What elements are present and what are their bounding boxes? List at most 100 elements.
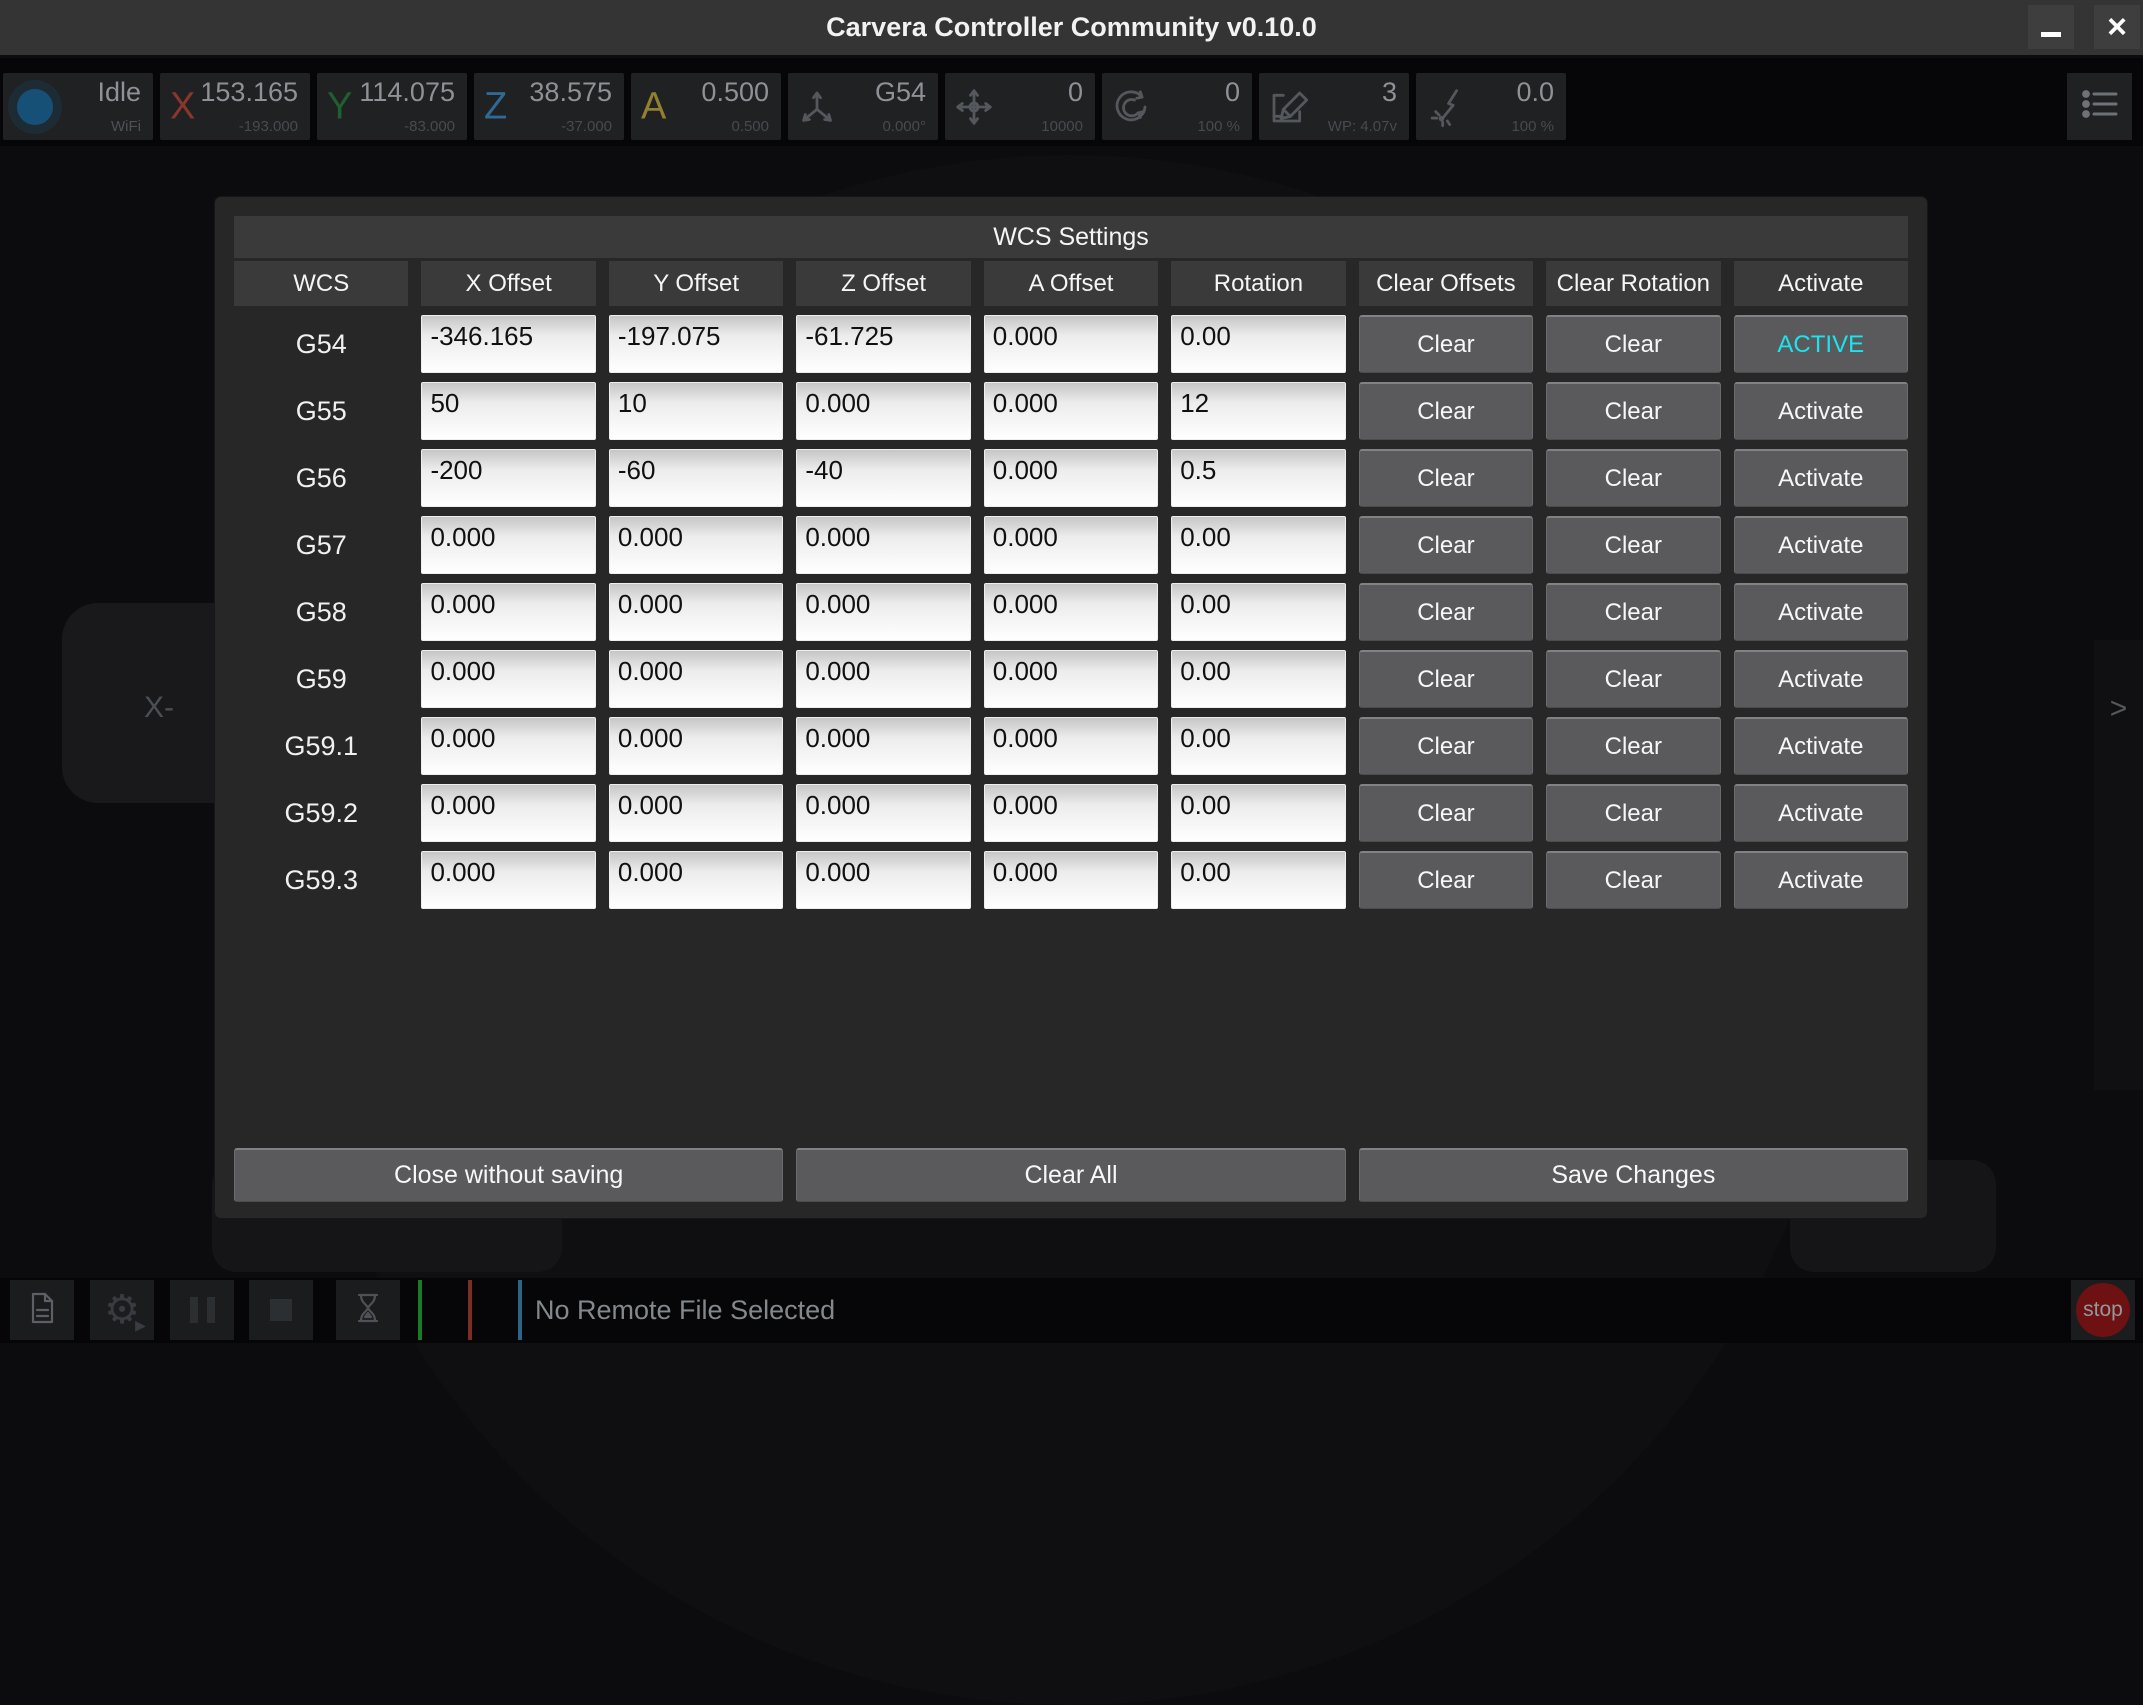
clear-offsets-button[interactable]: Clear (1359, 583, 1533, 641)
x-offset-input[interactable] (421, 516, 595, 574)
a-offset-input[interactable] (984, 851, 1158, 909)
z-offset-input[interactable] (796, 315, 970, 373)
main-menu-button[interactable] (2067, 73, 2132, 140)
save-changes-button[interactable]: Save Changes (1359, 1148, 1908, 1202)
run-job-button[interactable]: ⚙▶ (90, 1280, 154, 1340)
clear-rotation-button[interactable]: Clear (1546, 784, 1720, 842)
y-offset-input[interactable] (609, 315, 783, 373)
rotation-input[interactable] (1171, 382, 1345, 440)
machine-status-cell[interactable]: Idle WiFi (3, 73, 153, 140)
close-without-saving-button[interactable]: Close without saving (234, 1148, 783, 1202)
axis-cell-x[interactable]: X153.165-193.000 (160, 73, 310, 140)
y-offset-input[interactable] (609, 851, 783, 909)
z-offset-input[interactable] (796, 717, 970, 775)
rotation-input[interactable] (1171, 851, 1345, 909)
clear-rotation-button[interactable]: Clear (1546, 449, 1720, 507)
axis-letter: X (170, 85, 195, 128)
rotation-input[interactable] (1171, 449, 1345, 507)
rotation-input[interactable] (1171, 784, 1345, 842)
x-offset-input[interactable] (421, 650, 595, 708)
a-offset-input[interactable] (984, 449, 1158, 507)
clear-offsets-button[interactable]: Clear (1359, 315, 1533, 373)
close-icon: × (2107, 8, 2127, 47)
activate-button[interactable]: Activate (1734, 516, 1908, 574)
z-offset-input[interactable] (796, 650, 970, 708)
activate-button[interactable]: Activate (1734, 784, 1908, 842)
rotation-input[interactable] (1171, 650, 1345, 708)
progress-marker-red (468, 1280, 472, 1340)
clear-offsets-button[interactable]: Clear (1359, 516, 1533, 574)
emergency-stop-button[interactable]: stop (2071, 1280, 2135, 1340)
clear-rotation-button[interactable]: Clear (1546, 717, 1720, 775)
clear-offsets-button[interactable]: Clear (1359, 851, 1533, 909)
axis-cell-z[interactable]: Z38.575-37.000 (474, 73, 624, 140)
axis-cell-y[interactable]: Y114.075-83.000 (317, 73, 467, 140)
rotation-input[interactable] (1171, 516, 1345, 574)
activate-button[interactable]: Activate (1734, 717, 1908, 775)
a-offset-input[interactable] (984, 784, 1158, 842)
x-offset-input[interactable] (421, 449, 595, 507)
activate-button[interactable]: Activate (1734, 650, 1908, 708)
y-offset-input[interactable] (609, 382, 783, 440)
a-offset-input[interactable] (984, 382, 1158, 440)
y-offset-input[interactable] (609, 784, 783, 842)
z-offset-input[interactable] (796, 516, 970, 574)
close-button[interactable]: × (2094, 5, 2140, 49)
clear-offsets-button[interactable]: Clear (1359, 784, 1533, 842)
y-offset-input[interactable] (609, 650, 783, 708)
dialog-title: WCS Settings (234, 216, 1908, 258)
rotation-input[interactable] (1171, 315, 1345, 373)
rotation-input[interactable] (1171, 583, 1345, 641)
activate-button[interactable]: Activate (1734, 583, 1908, 641)
pause-button[interactable] (170, 1280, 234, 1340)
axis-cell-a[interactable]: A0.5000.500 (631, 73, 781, 140)
activate-button[interactable]: ACTIVE (1734, 315, 1908, 373)
z-offset-input[interactable] (796, 583, 970, 641)
wcs-cell[interactable]: G540.000° (788, 73, 938, 140)
clear-rotation-button[interactable]: Clear (1546, 315, 1720, 373)
clear-rotation-button[interactable]: Clear (1546, 851, 1720, 909)
job-timer-button[interactable] (336, 1280, 400, 1340)
activate-button[interactable]: Activate (1734, 449, 1908, 507)
x-offset-input[interactable] (421, 784, 595, 842)
clear-offsets-button[interactable]: Clear (1359, 717, 1533, 775)
clear-offsets-button[interactable]: Clear (1359, 382, 1533, 440)
x-offset-input[interactable] (421, 717, 595, 775)
rotation-input[interactable] (1171, 717, 1345, 775)
hourglass-icon (350, 1290, 386, 1331)
laser-cell[interactable]: 0.0100 % (1416, 73, 1566, 140)
clear-rotation-button[interactable]: Clear (1546, 382, 1720, 440)
x-offset-input[interactable] (421, 382, 595, 440)
x-offset-input[interactable] (421, 583, 595, 641)
clear-offsets-button[interactable]: Clear (1359, 650, 1533, 708)
y-offset-input[interactable] (609, 449, 783, 507)
a-offset-input[interactable] (984, 315, 1158, 373)
z-offset-input[interactable] (796, 449, 970, 507)
y-offset-input[interactable] (609, 583, 783, 641)
a-offset-input[interactable] (984, 650, 1158, 708)
clear-rotation-button[interactable]: Clear (1546, 650, 1720, 708)
open-file-button[interactable] (10, 1280, 74, 1340)
x-offset-input[interactable] (421, 315, 595, 373)
clear-rotation-button[interactable]: Clear (1546, 516, 1720, 574)
z-offset-input[interactable] (796, 382, 970, 440)
clear-offsets-button[interactable]: Clear (1359, 449, 1533, 507)
activate-button[interactable]: Activate (1734, 851, 1908, 909)
activate-button[interactable]: Activate (1734, 382, 1908, 440)
spindle-cell[interactable]: 0100 % (1102, 73, 1252, 140)
minimize-button[interactable] (2028, 5, 2074, 49)
y-offset-input[interactable] (609, 717, 783, 775)
stop-job-button[interactable] (249, 1280, 313, 1340)
a-offset-input[interactable] (984, 717, 1158, 775)
a-offset-input[interactable] (984, 583, 1158, 641)
z-offset-input[interactable] (796, 851, 970, 909)
z-offset-input[interactable] (796, 784, 970, 842)
feedrate-cell[interactable]: 010000 (945, 73, 1095, 140)
x-offset-input[interactable] (421, 851, 595, 909)
clear-all-button[interactable]: Clear All (796, 1148, 1345, 1202)
clear-rotation-button[interactable]: Clear (1546, 583, 1720, 641)
a-offset-input[interactable] (984, 516, 1158, 574)
y-offset-input[interactable] (609, 516, 783, 574)
tool-cell[interactable]: 3WP: 4.07v (1259, 73, 1409, 140)
side-panel-toggle[interactable]: > (2094, 640, 2143, 1090)
